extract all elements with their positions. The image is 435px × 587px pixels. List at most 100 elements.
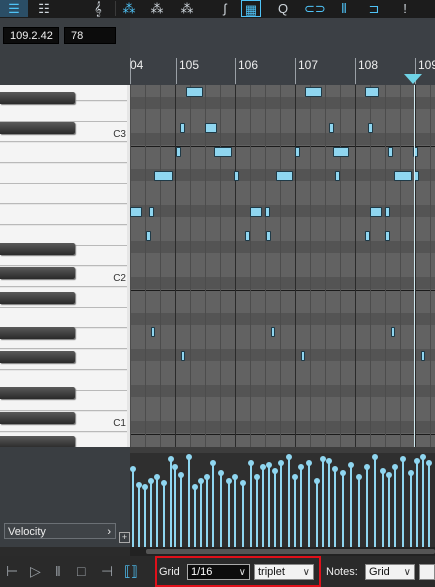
midi-note[interactable] <box>388 147 393 157</box>
velocity-handle[interactable] <box>298 464 304 470</box>
black-key[interactable] <box>0 122 75 134</box>
velocity-bar[interactable] <box>144 487 146 547</box>
midi-note[interactable] <box>335 171 340 181</box>
velocity-bar[interactable] <box>174 467 176 547</box>
velocity-bar[interactable] <box>366 467 368 547</box>
velocity-bar[interactable] <box>132 469 134 547</box>
velocity-bar[interactable] <box>212 463 214 547</box>
pencil-icon[interactable]: ʃ <box>215 0 235 17</box>
velocity-bar[interactable] <box>280 463 282 547</box>
midi-note[interactable] <box>181 351 185 361</box>
black-key[interactable] <box>0 92 75 104</box>
velocity-handle[interactable] <box>326 458 332 464</box>
metronome-icon[interactable]: ! <box>395 0 415 17</box>
rewind-icon[interactable]: ⊢ <box>6 563 18 580</box>
velocity-bar[interactable] <box>180 475 182 547</box>
velocity-handle[interactable] <box>186 454 192 460</box>
velocity-bar[interactable] <box>170 459 172 547</box>
midi-note[interactable] <box>180 123 185 133</box>
velocity-handle[interactable] <box>142 484 148 490</box>
velocity-bar[interactable] <box>206 477 208 547</box>
midi-note[interactable] <box>301 351 305 361</box>
midi-note[interactable] <box>271 327 275 337</box>
velocity-handle[interactable] <box>356 474 362 480</box>
velocity-handle[interactable] <box>161 480 167 486</box>
velocity-handle[interactable] <box>400 456 406 462</box>
velocity-handle[interactable] <box>292 474 298 480</box>
midi-note[interactable] <box>295 147 300 157</box>
velocity-handle[interactable] <box>278 460 284 466</box>
eraser-icon[interactable]: ⁂ <box>147 0 167 17</box>
velocity-bar[interactable] <box>194 487 196 547</box>
velocity-bar[interactable] <box>188 457 190 547</box>
midi-note[interactable] <box>276 171 293 181</box>
midi-note[interactable] <box>266 231 271 241</box>
velocity-bar[interactable] <box>308 463 310 547</box>
black-key[interactable] <box>0 387 75 399</box>
white-key[interactable] <box>0 184 127 205</box>
velocity-bar[interactable] <box>394 467 396 547</box>
horizontal-scrollbar[interactable] <box>130 547 435 556</box>
velocity-handle[interactable] <box>226 478 232 484</box>
midi-note[interactable] <box>214 147 232 157</box>
velocity-bar[interactable] <box>316 481 318 547</box>
white-key[interactable] <box>0 163 127 184</box>
midi-note[interactable] <box>265 207 270 217</box>
midi-note[interactable] <box>205 123 217 133</box>
velocity-bar[interactable] <box>274 471 276 547</box>
velocity-bar[interactable] <box>342 473 344 547</box>
score-icon[interactable]: 𝄞 <box>88 0 108 17</box>
velocity-bar[interactable] <box>242 483 244 547</box>
velocity-handle[interactable] <box>248 460 254 466</box>
velocity-bar[interactable] <box>382 471 384 547</box>
velocity-bar[interactable] <box>428 463 430 547</box>
velocity-handle[interactable] <box>348 462 354 468</box>
velocity-bar[interactable] <box>234 477 236 547</box>
midi-note[interactable] <box>250 207 262 217</box>
midi-note[interactable] <box>149 207 154 217</box>
velocity-handle[interactable] <box>364 464 370 470</box>
zoom-icon[interactable]: Q <box>273 0 293 17</box>
midi-note[interactable] <box>385 207 390 217</box>
velocity-bar[interactable] <box>358 477 360 547</box>
velocity-bar[interactable] <box>422 457 424 547</box>
velocity-bar[interactable] <box>374 457 376 547</box>
velocity-bar[interactable] <box>300 467 302 547</box>
piano-keyboard[interactable]: C3 C2 C1 <box>0 85 130 447</box>
midi-note[interactable] <box>305 87 322 97</box>
midi-note[interactable] <box>421 351 425 361</box>
velocity-bar[interactable] <box>163 483 165 547</box>
scrollbar-thumb[interactable] <box>146 549 435 554</box>
piano-roll-icon[interactable]: ☰ <box>0 0 28 17</box>
velocity-handle[interactable] <box>386 472 392 478</box>
velocity-bar[interactable] <box>150 481 152 547</box>
velocity-handle[interactable] <box>204 474 210 480</box>
velocity-bar[interactable] <box>402 459 404 547</box>
velocity-handle[interactable] <box>286 454 292 460</box>
velocity-bar[interactable] <box>350 465 352 547</box>
black-key[interactable] <box>0 267 75 279</box>
black-key[interactable] <box>0 351 75 363</box>
midi-note[interactable] <box>385 231 390 241</box>
velocity-handle[interactable] <box>210 460 216 466</box>
forward-icon[interactable]: ⊣ <box>101 563 113 580</box>
velocity-handle[interactable] <box>172 464 178 470</box>
midi-note[interactable] <box>394 171 412 181</box>
loop-icon[interactable]: ⟦⟧ <box>124 563 138 580</box>
velocity-handle[interactable] <box>306 460 312 466</box>
velocity-bar[interactable] <box>262 467 264 547</box>
velocity-handle[interactable] <box>266 462 272 468</box>
velocity-handle[interactable] <box>148 478 154 484</box>
velocity-bar[interactable] <box>156 477 158 547</box>
velocity-handle[interactable] <box>408 470 414 476</box>
velocity-handle[interactable] <box>154 474 160 480</box>
midi-note[interactable] <box>333 147 349 157</box>
white-key[interactable] <box>0 143 127 164</box>
scissors-icon[interactable]: ⁂ <box>177 0 197 17</box>
grid-icon[interactable]: ⦀ <box>334 0 354 17</box>
midi-note[interactable] <box>146 231 151 241</box>
velocity-handle[interactable] <box>198 478 204 484</box>
time-position-field[interactable]: 109.2.42 <box>3 27 59 44</box>
black-key[interactable] <box>0 436 75 447</box>
midi-note[interactable] <box>245 231 250 241</box>
